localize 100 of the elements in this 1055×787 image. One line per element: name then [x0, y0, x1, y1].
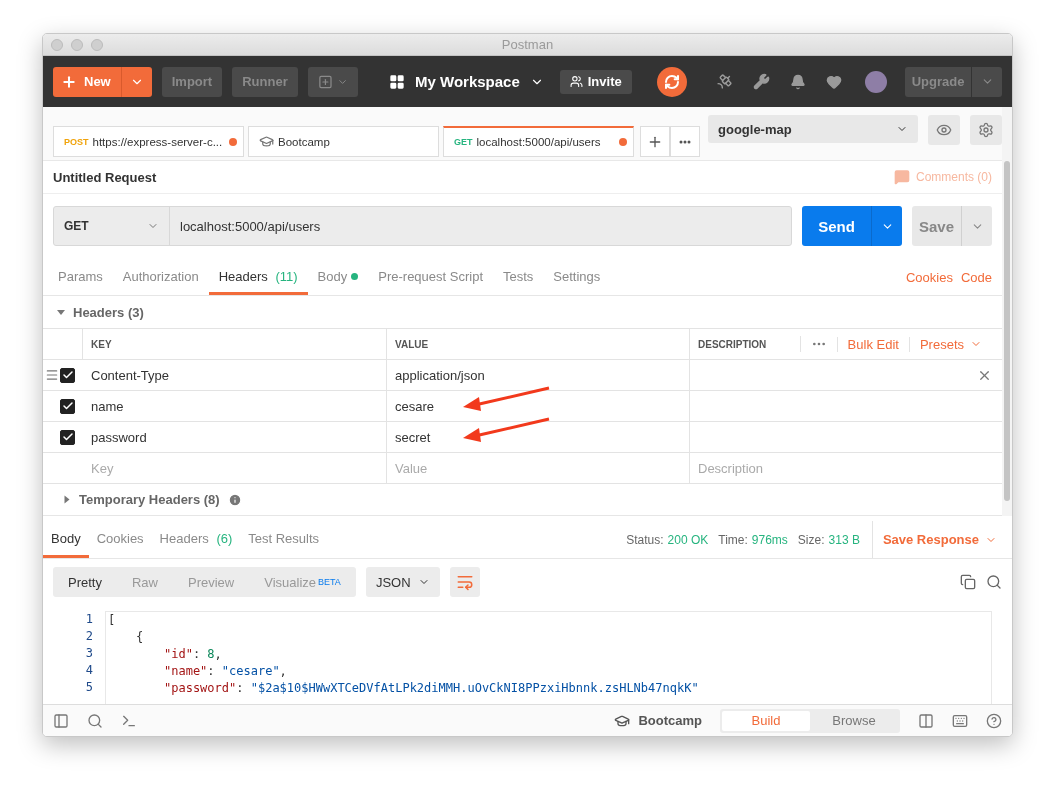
code-line: "password": "$2a$10$HWwXTCeDVfAtLPk2diMMH.uOvCkNI8PPzxiHbnnk.zsHLNb47nqkK": [164, 680, 699, 697]
column-header: KEY: [83, 329, 387, 360]
wrap-text-icon[interactable]: [449, 567, 480, 597]
time-label: Time:: [718, 532, 748, 547]
environment-dropdown[interactable]: google-map: [708, 115, 918, 143]
keyboard-icon[interactable]: [952, 712, 968, 729]
code-line: [: [108, 612, 116, 629]
expand-triangle-icon[interactable]: [57, 309, 65, 315]
request-section-tab[interactable]: Pre-request Script: [368, 260, 493, 295]
method-label: GET: [454, 137, 473, 147]
key-cell[interactable]: password: [83, 422, 387, 453]
value-field[interactable]: Value: [387, 453, 690, 484]
new-window-button[interactable]: [307, 66, 358, 97]
window-plus-icon: [317, 73, 333, 90]
line-number: 1: [85, 611, 93, 628]
request-section-tab[interactable]: Params: [48, 260, 113, 295]
copy-icon[interactable]: [960, 574, 976, 590]
response-tab[interactable]: Body: [43, 521, 89, 558]
response-tab[interactable]: Headers (6): [151, 521, 241, 558]
request-section-tab[interactable]: Body: [307, 260, 369, 295]
response-tab[interactable]: Test Results: [240, 521, 328, 558]
upgrade-button[interactable]: Upgrade: [905, 66, 1002, 97]
line-number: 4: [85, 662, 93, 679]
sync-icon[interactable]: [657, 66, 687, 97]
drag-handle-icon[interactable]: [45, 368, 59, 382]
runner-button[interactable]: Runner: [232, 66, 298, 97]
save-button[interactable]: Save: [912, 206, 992, 246]
import-button[interactable]: Import: [161, 66, 223, 97]
expand-triangle-icon[interactable]: [64, 495, 70, 504]
code-line: "id": 8,: [164, 646, 222, 663]
request-tab[interactable]: GET localhost:5000/api/users: [443, 126, 634, 157]
window-title: Postman: [501, 37, 554, 52]
tab-label: https://express-server-c...: [92, 135, 224, 148]
comment-icon: [894, 169, 910, 185]
eye-icon[interactable]: [928, 115, 960, 145]
checkbox[interactable]: [60, 429, 75, 445]
time-value: 976ms: [751, 532, 788, 547]
key-cell[interactable]: name: [83, 391, 387, 422]
request-tab[interactable]: POST https://express-server-c...: [53, 126, 244, 157]
size-value: 313 B: [828, 532, 860, 547]
key-cell[interactable]: Content-Type: [83, 360, 387, 391]
tab-label: Bootcamp: [278, 135, 331, 148]
tab-label: localhost:5000/api/users: [476, 136, 602, 148]
request-section-tab[interactable]: Tests: [493, 260, 544, 295]
two-pane-icon[interactable]: [918, 712, 934, 729]
size-label: Size:: [797, 532, 825, 547]
help-icon[interactable]: [986, 712, 1002, 729]
bulk-edit-link[interactable]: Bulk Edit: [836, 336, 909, 352]
new-button[interactable]: New: [53, 66, 152, 97]
checkbox[interactable]: [60, 398, 75, 414]
line-number: 2: [85, 628, 93, 645]
more-icon: [679, 139, 691, 144]
request-section-tab[interactable]: Settings: [543, 260, 611, 295]
sidebar-icon[interactable]: [53, 712, 69, 729]
request-section-tab[interactable]: Headers (11): [208, 260, 308, 295]
response-tab[interactable]: Cookies: [88, 521, 152, 558]
workspace-dropdown[interactable]: My Workspace: [383, 72, 550, 91]
search-icon[interactable]: [986, 574, 1002, 590]
search-icon[interactable]: [87, 712, 103, 729]
view-tab[interactable]: Preview: [173, 567, 250, 597]
status-value: 200 OK: [667, 532, 709, 547]
mode-tab[interactable]: Build: [722, 710, 810, 731]
view-tab[interactable]: Pretty: [53, 567, 117, 597]
request-tab[interactable]: Bootcamp: [248, 126, 439, 157]
checkbox[interactable]: [60, 367, 75, 383]
code-line: "name": "cesare",: [164, 663, 287, 680]
key-field[interactable]: Key: [83, 453, 387, 484]
link[interactable]: Cookies: [905, 260, 953, 295]
value-cell[interactable]: cesare: [395, 398, 435, 414]
invite-button[interactable]: Invite: [559, 69, 632, 94]
value-cell[interactable]: application/json: [395, 367, 485, 383]
presets-dropdown[interactable]: Presets: [908, 336, 992, 352]
new-tab-button[interactable]: [640, 126, 670, 157]
collection-name: Bootcamp: [638, 713, 702, 728]
view-tab[interactable]: Raw: [116, 567, 173, 597]
description-field[interactable]: Description: [690, 453, 1002, 484]
info-icon: [227, 492, 242, 507]
view-tab[interactable]: Visualize$^{BETA}$: [249, 567, 356, 597]
link[interactable]: Code: [960, 260, 992, 295]
format-dropdown[interactable]: JSON: [365, 567, 440, 597]
method-label: POST: [64, 136, 89, 147]
avatar[interactable]: [865, 70, 887, 93]
send-button[interactable]: Send: [802, 206, 902, 246]
settings-icon[interactable]: [970, 115, 1002, 145]
grid-icon: [389, 73, 405, 90]
section-title: Headers (3): [73, 304, 144, 320]
column-header: DESCRIPTION: [698, 338, 767, 350]
request-section-tab[interactable]: Authorization: [112, 260, 209, 295]
column-header: VALUE: [387, 329, 690, 360]
section-title: Temporary Headers (8): [79, 492, 220, 507]
mode-tab[interactable]: Browse: [810, 710, 898, 731]
status-label: Status:: [626, 532, 664, 547]
code-line: {: [136, 629, 144, 646]
request-title: Untitled Request: [53, 169, 157, 185]
save-response-button[interactable]: Save Response: [871, 521, 997, 558]
value-cell[interactable]: secret: [395, 429, 431, 445]
line-number: 5: [85, 679, 93, 696]
graduation-cap-icon: [259, 134, 274, 149]
plus-icon: [61, 73, 77, 90]
line-number: 3: [85, 645, 93, 662]
